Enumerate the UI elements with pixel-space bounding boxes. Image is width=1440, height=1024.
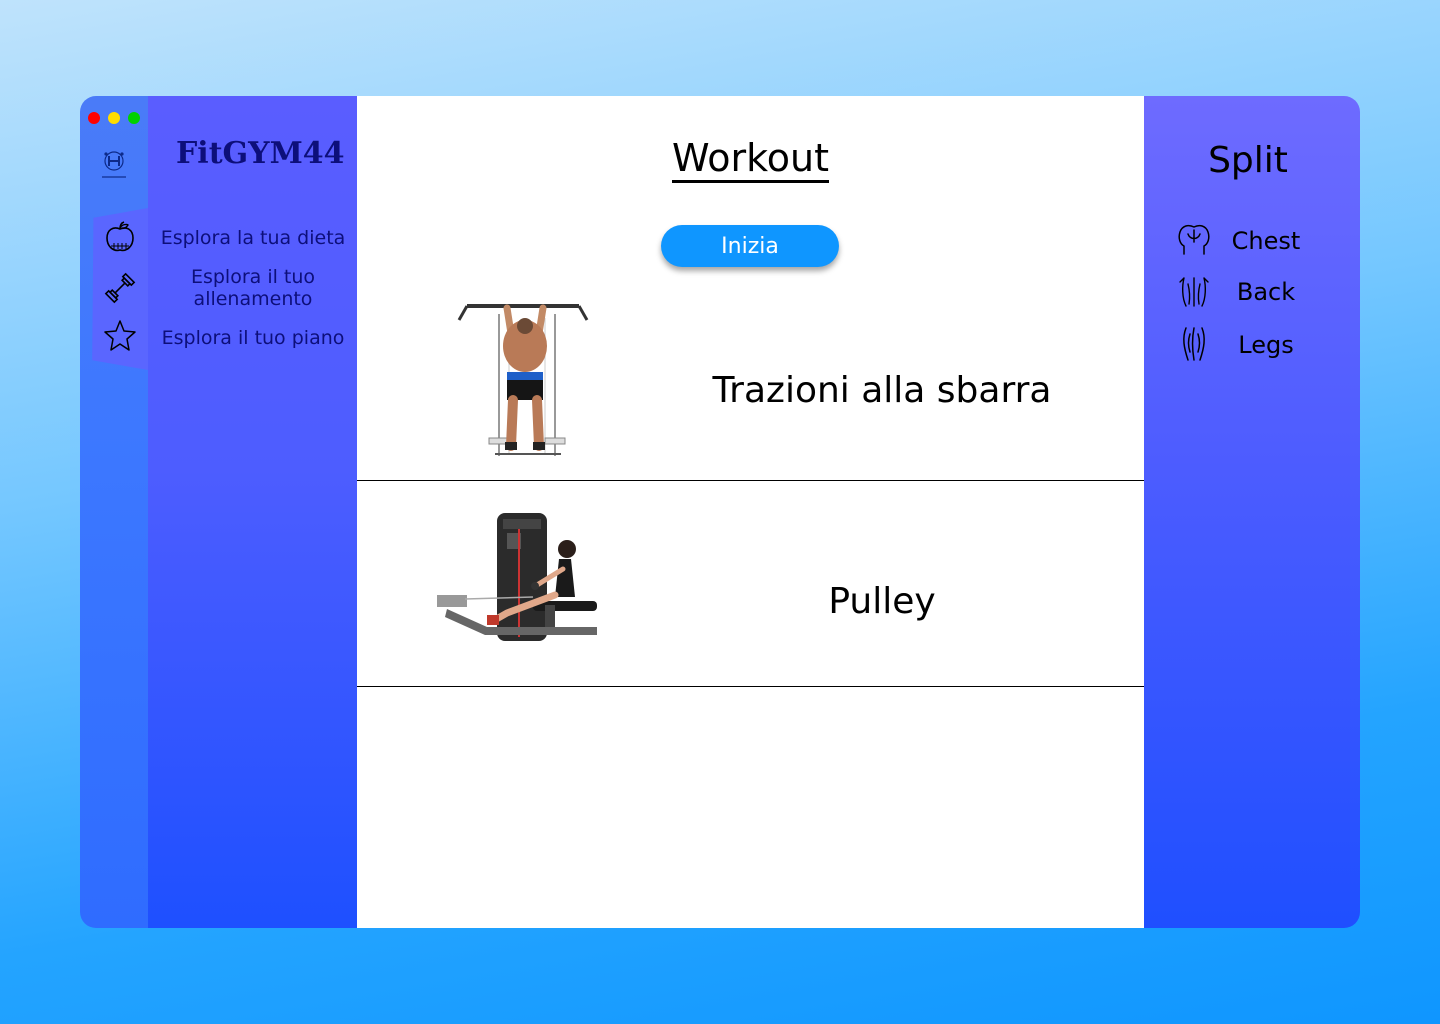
brand-title: FitGYM44 <box>176 136 345 171</box>
chest-icon[interactable] <box>1174 220 1214 260</box>
menu-item-workout[interactable]: Esplora il tuo allenamento <box>158 266 348 310</box>
pull-up-illustration <box>457 304 589 456</box>
start-button[interactable]: Inizia <box>661 225 839 267</box>
page-title: Workout <box>357 136 1144 183</box>
split-item-back[interactable]: Back <box>1224 278 1308 306</box>
split-title: Split <box>1208 140 1288 181</box>
exercise-name: Trazioni alla sbarra <box>712 370 1052 411</box>
window-controls <box>88 112 140 124</box>
exercise-row[interactable]: Pulley <box>357 481 1144 687</box>
exercise-name: Pulley <box>828 581 936 622</box>
app-window: FitGYM44 Esplora la tua dieta Esplora il… <box>80 96 1360 928</box>
main-content: Workout Inizia Trazioni alla sbarra Pull… <box>357 96 1144 928</box>
legs-icon[interactable] <box>1174 324 1214 364</box>
maximize-window-button[interactable] <box>128 112 140 124</box>
menu-item-plan[interactable]: Esplora il tuo piano <box>158 327 348 349</box>
minimize-window-button[interactable] <box>108 112 120 124</box>
close-window-button[interactable] <box>88 112 100 124</box>
split-item-legs[interactable]: Legs <box>1224 331 1308 359</box>
apple-icon[interactable] <box>102 220 138 256</box>
split-panel: Split Chest Back Legs <box>1144 96 1360 928</box>
sidebar <box>148 96 357 928</box>
menu-item-diet[interactable]: Esplora la tua dieta <box>158 227 348 249</box>
back-icon[interactable] <box>1174 272 1214 312</box>
star-icon[interactable] <box>102 318 138 354</box>
split-item-chest[interactable]: Chest <box>1224 227 1308 255</box>
seated-cable-row-illustration <box>437 513 597 641</box>
dumbbell-icon[interactable] <box>102 270 138 306</box>
exercise-row[interactable]: Trazioni alla sbarra <box>357 276 1144 481</box>
app-logo-icon <box>102 151 126 178</box>
